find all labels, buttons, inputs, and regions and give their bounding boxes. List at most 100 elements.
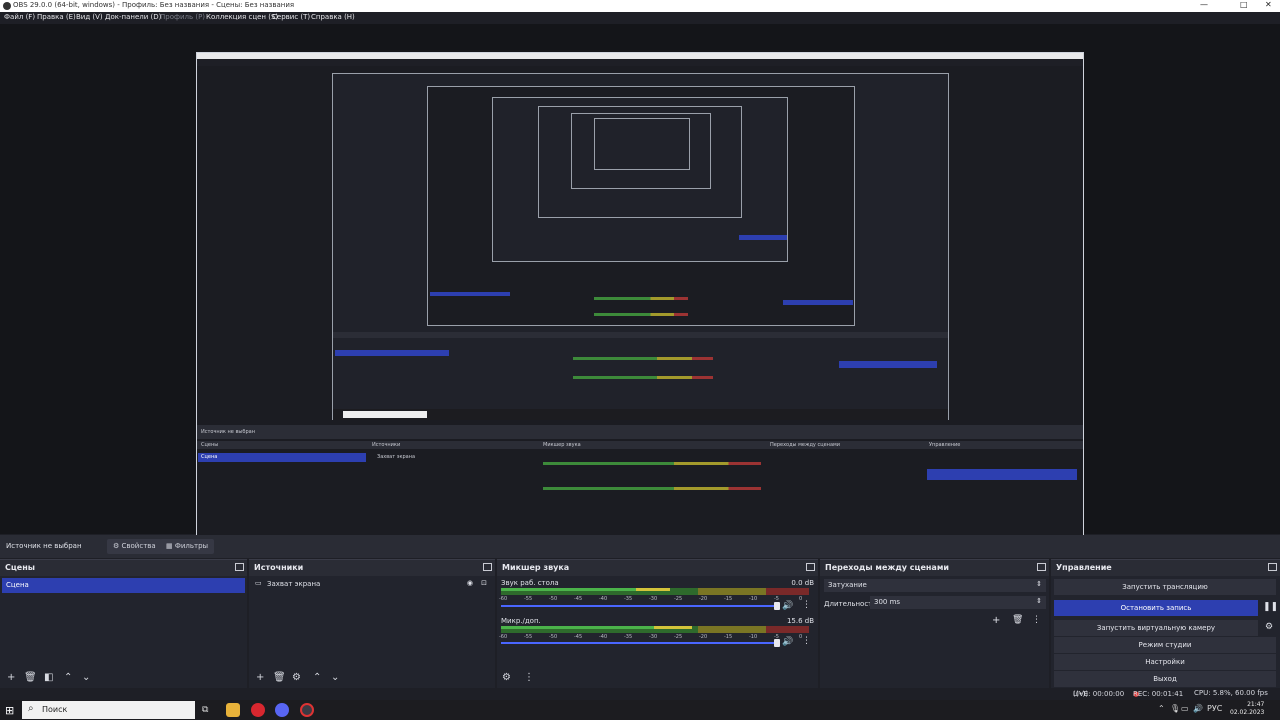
speaker-icon[interactable]: 🔊 [782,601,793,611]
duration-input[interactable]: 300 ms ⇕ [870,596,1046,609]
add-source-icon[interactable]: + [256,672,264,683]
volume-slider[interactable] [501,639,780,647]
settings-button[interactable]: Настройки [1054,654,1276,670]
sources-title: Источники [254,563,304,572]
undock-icon[interactable] [806,563,815,571]
channel-db: 0.0 dB [791,579,814,587]
meter-level [501,626,692,629]
monitor-icon: ▭ [255,579,262,587]
task-view-icon[interactable]: ⧉ [202,703,216,717]
tray-chevron-icon[interactable]: ⌃ [1158,704,1165,713]
eye-icon[interactable]: ◉ [467,579,473,587]
remove-transition-icon[interactable]: 🗑 [1012,615,1023,625]
mic-tray-icon[interactable]: 🎙 [1170,704,1180,713]
nested-blue-3 [739,235,787,240]
move-up-icon[interactable]: ⌃ [313,672,321,683]
nested-capture-2 [427,86,855,326]
menu-docks[interactable]: Док-панели (D) [105,13,161,21]
remove-scene-icon[interactable]: 🗑 [24,672,37,683]
undock-icon[interactable] [1037,563,1046,571]
nested-capture-5 [571,113,711,189]
sources-dock: Источники ▭ Захват экрана ◉ ⊡ + 🗑 ⚙ ⌃ ⌄ [249,559,495,688]
meter-tick-label: -40 [599,634,608,640]
discord-icon[interactable] [275,703,289,717]
close-button[interactable]: ✕ [1265,0,1272,9]
menu-view[interactable]: Вид (V) [76,13,103,21]
audio-mixer-dock: Микшер звука Звук раб. стола 0.0 dB -60 -… [497,559,818,688]
sources-dock-header: Источники [249,560,495,576]
obs-icon[interactable] [300,703,314,717]
controls-dock-header: Управление [1051,560,1280,576]
meter-ticks: -60 -55 -50 -45 -40 -35 -30 -25 -20 -15 -10 -5 0 [499,634,815,642]
menu-edit[interactable]: Правка (E) [37,13,76,21]
slider-handle[interactable] [774,602,780,610]
mixer-dock-header: Микшер звука [497,560,818,576]
scene-item[interactable]: Сцена [2,578,245,593]
menu-tools[interactable]: Сервис (T) [272,13,310,21]
kebab-menu-icon[interactable]: ⋮ [802,600,811,610]
menu-scene-collection[interactable]: Коллекция сцен (S) [206,13,278,21]
undock-icon[interactable] [483,563,492,571]
gear-icon[interactable]: ⚙ [1265,622,1273,632]
start-virtual-camera-button[interactable]: Запустить виртуальную камеру [1054,620,1258,636]
scene-filters-icon[interactable]: ◧ [44,672,53,683]
opera-icon[interactable] [251,703,265,717]
move-down-icon[interactable]: ⌄ [331,672,339,683]
screen-capture-preview: Источник не выбран Сцены Источники Микше… [196,52,1084,552]
source-toolbar: Источник не выбран ⚙ Свойства ▦ Фильтры [0,535,1280,558]
undock-icon[interactable] [235,563,244,571]
nested-meter-1b [573,376,713,379]
transition-select-value: Затухание [828,581,867,589]
remove-source-icon[interactable]: 🗑 [273,672,286,683]
clock-date: 02.02.2023 [1230,709,1265,716]
menu-help[interactable]: Справка (H) [311,13,355,21]
captured-srcbar [197,425,1083,439]
transitions-dock-header: Переходы между сценами [820,560,1049,576]
studio-mode-button[interactable]: Режим студии [1054,637,1276,653]
kebab-menu-icon[interactable]: ⋮ [802,636,811,646]
captured-meter-2 [543,487,761,490]
add-scene-icon[interactable]: + [7,672,15,683]
transition-select[interactable]: Затухание ⇕ [824,579,1046,592]
taskbar-search[interactable]: ⌕ Поиск [22,701,195,719]
start-streaming-button[interactable]: Запустить трансляцию [1054,579,1276,595]
captured-scenes-title: Сцены [201,442,219,448]
meter-tick-label: -10 [749,634,758,640]
filters-button[interactable]: ▦ Фильтры [160,539,215,554]
file-explorer-icon[interactable] [226,703,240,717]
nested-capture-3 [492,97,788,262]
volume-tray-icon[interactable]: 🔊 [1193,704,1203,713]
maximize-button[interactable]: □ [1240,0,1248,9]
mixer-settings-icon[interactable]: ⚙ [502,672,511,683]
windows-start-icon[interactable]: ⊞ [5,704,14,717]
nested-meter-1a [573,357,713,360]
move-up-icon[interactable]: ⌃ [64,672,72,683]
speaker-icon[interactable]: 🔊 [782,637,793,647]
taskbar-clock[interactable]: 21:47 02.02.2023 [1230,701,1264,717]
language-indicator[interactable]: РУС [1207,704,1222,713]
undock-icon[interactable] [1268,563,1277,571]
captured-stop-button [927,469,1077,480]
preview-canvas[interactable]: Источник не выбран Сцены Источники Микше… [0,24,1280,552]
source-item[interactable]: ▭ Захват экрана ◉ ⊡ [253,579,491,591]
source-properties-icon[interactable]: ⚙ [292,672,301,683]
properties-button[interactable]: ⚙ Свойства [107,539,162,554]
menu-profile[interactable]: Профиль (P) [160,13,205,21]
lock-icon[interactable]: ⊡ [481,579,487,587]
mixer-menu-icon[interactable]: ⋮ [524,672,534,683]
battery-icon[interactable]: ▭ [1181,704,1189,713]
move-down-icon[interactable]: ⌄ [82,672,90,683]
minimize-button[interactable]: — [1200,0,1208,9]
transition-menu-icon[interactable]: ⋮ [1032,615,1041,625]
pause-icon[interactable]: ❚❚ [1263,602,1278,612]
nested-scene-1 [335,350,449,356]
stop-recording-button[interactable]: Остановить запись [1054,600,1258,616]
volume-slider[interactable] [501,602,780,610]
add-transition-icon[interactable]: + [992,615,1000,626]
meter-tick-label: -25 [674,634,683,640]
exit-button[interactable]: Выход [1054,671,1276,687]
slider-handle[interactable] [774,639,780,647]
menu-file[interactable]: Файл (F) [4,13,35,21]
meter-tick-label: -45 [574,634,583,640]
meter-tick-label: -55 [524,596,533,602]
